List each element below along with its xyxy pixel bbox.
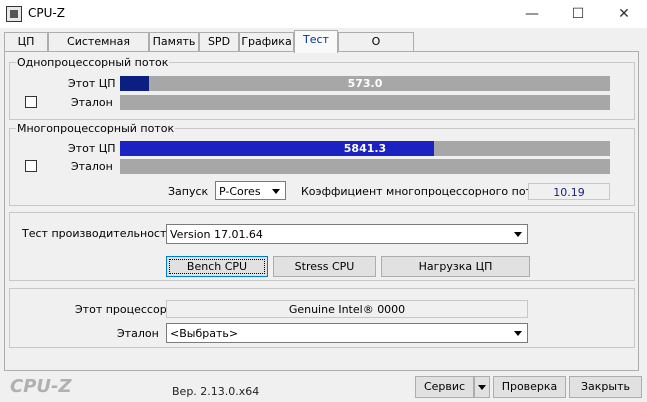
title-bar: CPU-Z — ☐ ✕ — [0, 0, 647, 28]
launch-select-value: P-Cores — [219, 185, 261, 198]
processor-reference-label: Эталон — [117, 327, 159, 340]
multi-ratio-label: Коэффициент многопроцессорного потока — [301, 185, 553, 198]
multi-thread-title: Многопроцессорный поток — [16, 122, 176, 135]
cpu-load-button[interactable]: Нагрузка ЦП — [381, 256, 530, 277]
multi-this-cpu-label: Этот ЦП — [68, 142, 116, 155]
processor-reference-select[interactable]: <Выбрать> — [166, 323, 528, 343]
benchmark-group: Тест производительности Version 17.01.64… — [9, 212, 635, 281]
single-reference-bar — [120, 95, 610, 110]
single-reference-checkbox[interactable] — [25, 96, 37, 108]
tab-spd[interactable]: SPD — [199, 32, 239, 52]
service-dropdown-button[interactable] — [474, 376, 490, 398]
multi-ratio-field: 10.19 — [528, 183, 610, 200]
processor-reference-value: <Выбрать> — [170, 327, 239, 340]
close-button[interactable]: Закрыть — [569, 376, 642, 398]
processor-group: Этот процессор Genuine Intel® 0000 Этало… — [9, 288, 635, 348]
version-label: Вер. 2.13.0.x64 — [172, 385, 260, 398]
multi-reference-bar — [120, 159, 610, 174]
this-processor-value: Genuine Intel® 0000 — [288, 303, 406, 316]
chevron-down-icon — [511, 326, 525, 340]
chevron-down-icon — [269, 184, 283, 198]
cpu-z-icon — [6, 6, 22, 22]
multi-this-cpu-value: 5841.3 — [343, 142, 387, 155]
multi-ratio-value: 10.19 — [553, 186, 585, 199]
tab-graphics[interactable]: Графика — [239, 32, 294, 52]
chevron-down-icon — [511, 227, 525, 241]
multi-reference-label: Эталон — [71, 160, 113, 173]
service-button[interactable]: Сервис — [415, 376, 474, 398]
single-this-cpu-value: 573.0 — [347, 77, 383, 90]
tab-bench[interactable]: Тест — [294, 30, 338, 53]
bench-cpu-button[interactable]: Bench CPU — [166, 256, 268, 277]
single-this-cpu-label: Этот ЦП — [68, 77, 116, 90]
validate-button[interactable]: Проверка — [493, 376, 566, 398]
multi-this-cpu-bar: 5841.3 — [120, 141, 610, 156]
single-reference-label: Эталон — [71, 96, 113, 109]
launch-label: Запуск — [168, 185, 209, 198]
tab-memory[interactable]: Память — [149, 32, 199, 52]
cpu-z-logo: CPU-Z — [10, 376, 72, 397]
single-this-cpu-bar: 573.0 — [120, 76, 610, 91]
chevron-down-icon — [475, 380, 489, 394]
minimize-button[interactable]: — — [509, 0, 555, 28]
tab-about[interactable]: О программе — [338, 32, 414, 66]
benchmark-version-value: Version 17.01.64 — [170, 228, 263, 241]
bench-panel: Однопроцессорный поток Этот ЦП 573.0 Эта… — [4, 51, 639, 371]
window-title: CPU-Z — [28, 6, 65, 20]
tab-mainboard[interactable]: Системная плата — [48, 32, 149, 66]
single-thread-group: Однопроцессорный поток Этот ЦП 573.0 Эта… — [9, 56, 635, 120]
close-window-button[interactable]: ✕ — [601, 0, 647, 28]
this-processor-field: Genuine Intel® 0000 — [166, 300, 528, 318]
multi-thread-group: Многопроцессорный поток Этот ЦП 5841.3 Э… — [9, 122, 635, 206]
maximize-button[interactable]: ☐ — [555, 0, 601, 28]
stress-cpu-button[interactable]: Stress CPU — [273, 256, 376, 277]
this-processor-label: Этот процессор — [75, 303, 167, 316]
multi-reference-checkbox[interactable] — [25, 160, 37, 172]
tab-cpu[interactable]: ЦП — [4, 32, 48, 52]
single-thread-title: Однопроцессорный поток — [16, 56, 170, 69]
benchmark-label: Тест производительности — [22, 227, 174, 240]
launch-select[interactable]: P-Cores — [215, 181, 286, 200]
benchmark-version-select[interactable]: Version 17.01.64 — [166, 224, 528, 244]
